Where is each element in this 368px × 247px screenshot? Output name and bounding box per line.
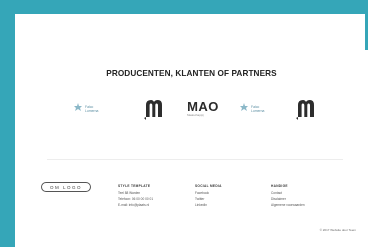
- footer-col-contact: STYLE TEMPLATE Teel 88 Warden Telefoon: …: [118, 184, 153, 211]
- falco-line2: Lumerna: [251, 109, 264, 113]
- footer-col-links: HANDIGE Contact Disclaimer Algemene voor…: [271, 184, 305, 211]
- partner-logo-falco-2[interactable]: Falco Lumerna: [236, 88, 280, 130]
- partner-logos: Falco Lumerna MAO Maatschappij Falco Lum…: [70, 88, 315, 132]
- partner-logo-m-2[interactable]: [288, 88, 322, 130]
- footer-col-heading: STYLE TEMPLATE: [118, 184, 151, 188]
- footer-link-terms[interactable]: Algemene voorwaarden: [271, 204, 305, 208]
- partner-logo-m-1[interactable]: [136, 88, 170, 130]
- footer-col-social: SOCIAL MEDIA Facebook Twitter LinkedIn: [195, 184, 222, 211]
- falco-icon: Falco Lumerna: [74, 103, 98, 113]
- divider: [47, 159, 343, 160]
- copyright-text: © 2017 Website door Teem: [319, 228, 356, 232]
- footer-link-disclaimer[interactable]: Disclaimer: [271, 198, 305, 202]
- footer-contact-address: Teel 88 Warden: [118, 191, 141, 195]
- partner-logo-falco-1[interactable]: Falco Lumerna: [70, 88, 114, 130]
- falco-line2: Lumerna: [85, 109, 98, 113]
- footer-contact-phone: Telefoon: 06 00 00 00 01: [118, 197, 154, 202]
- partner-logo-mao[interactable]: MAO Maatschappij: [183, 88, 223, 130]
- footer-col-heading: SOCIAL MEDIA: [195, 184, 222, 188]
- footer-col-heading: HANDIGE: [271, 184, 288, 188]
- footer-logo-pill[interactable]: OM LOGO: [41, 182, 91, 192]
- footer-link-linkedin[interactable]: LinkedIn: [195, 204, 222, 208]
- footer-link-twitter[interactable]: Twitter: [195, 198, 222, 202]
- mao-text: MAO: [187, 99, 219, 114]
- m-logo-icon: [296, 100, 314, 120]
- m-logo-icon: [144, 100, 162, 120]
- falco-icon: Falco Lumerna: [240, 103, 264, 113]
- section-title: PRODUCENTEN, KLANTEN OF PARTNERS: [106, 69, 277, 78]
- footer-contact-email[interactable]: E-mail: info@plaats.nl: [118, 204, 153, 208]
- footer-link-facebook[interactable]: Facebook: [195, 191, 222, 196]
- page-frame: PRODUCENTEN, KLANTEN OF PARTNERS Falco L…: [15, 14, 368, 247]
- footer-link-contact[interactable]: Contact: [271, 191, 305, 196]
